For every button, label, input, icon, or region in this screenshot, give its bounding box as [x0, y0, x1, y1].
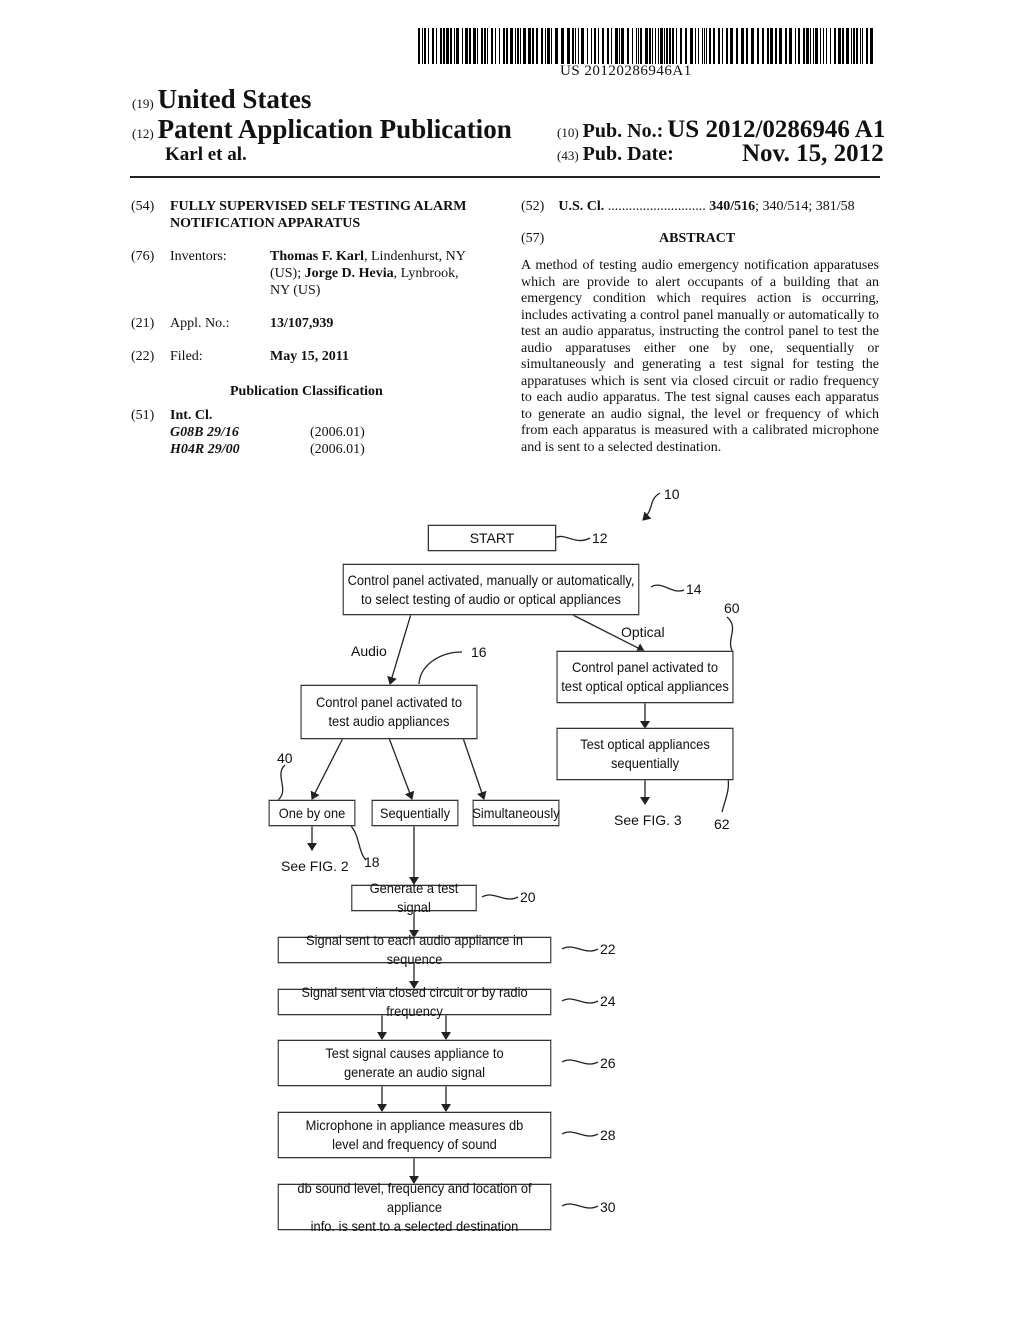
one-by-one-box: One by one	[268, 800, 356, 826]
ref-28: 28	[600, 1127, 616, 1143]
step-62-line-1: Test optical appliances	[580, 736, 710, 752]
arrow-16-to-sim	[462, 737, 487, 800]
ref-16-leader	[418, 651, 463, 685]
step-22-box: Signal sent to each audio appliance in s…	[277, 932, 552, 967]
step-20-box: Generate a test signal	[351, 880, 477, 915]
simultaneously-box: Simultaneously	[472, 800, 560, 826]
step-26-line-2: generate an audio signal	[343, 1064, 486, 1080]
step-26-box: Test signal causes appliance to generate…	[277, 1040, 552, 1086]
step-62-box: Test optical appliances sequentially	[556, 728, 734, 780]
step-26-line-1: Test signal causes appliance to	[325, 1045, 504, 1061]
ref-16: 16	[471, 644, 487, 660]
ref-10: 10	[664, 486, 680, 502]
step-16-box: Control panel activated to test audio ap…	[300, 685, 478, 739]
ref-10-leader	[642, 492, 661, 521]
step-14-box: Control panel activated, manually or aut…	[342, 564, 640, 615]
step-60-line-1: Control panel activated to	[571, 659, 719, 675]
ref-12: 12	[592, 530, 608, 546]
ref-20-leader	[481, 894, 519, 900]
ref-22-leader	[561, 946, 599, 952]
ref-62-leader	[721, 777, 730, 813]
arrow-16-to-seq	[388, 737, 415, 800]
ref-62: 62	[714, 816, 730, 832]
ref-22: 22	[600, 941, 616, 957]
ref-40: 40	[277, 750, 293, 766]
sequentially-box: Sequentially	[371, 800, 459, 826]
ref-14: 14	[686, 581, 702, 597]
step-16-line-2: test audio appliances	[328, 713, 450, 729]
arrow-16-to-one	[310, 737, 344, 800]
step-30-line-2: info. is sent to a selected destination	[310, 1217, 519, 1234]
ref-24: 24	[600, 993, 616, 1009]
step-14-line-1: Control panel activated, manually or aut…	[347, 571, 635, 588]
branch-optical-label: Optical	[621, 624, 665, 640]
ref-20: 20	[520, 889, 536, 905]
ref-60: 60	[724, 600, 740, 616]
ref-40-leader	[277, 764, 286, 801]
step-28-line-1: Microphone in appliance measures db	[305, 1117, 524, 1133]
see-fig-3: See FIG. 3	[614, 812, 682, 828]
ref-14-leader	[650, 584, 685, 592]
branch-audio-label: Audio	[351, 643, 387, 659]
step-28-box: Microphone in appliance measures db leve…	[277, 1112, 552, 1158]
ref-24-leader	[561, 998, 599, 1004]
ref-30: 30	[600, 1199, 616, 1215]
step-60-box: Control panel activated to test optical …	[556, 651, 734, 703]
step-62-line-2: sequentially	[610, 755, 680, 771]
ref-30-leader	[561, 1203, 599, 1209]
step-16-line-1: Control panel activated to	[315, 694, 463, 710]
arrow-14-to-16	[387, 613, 412, 685]
step-60-line-2: test optical optical appliances	[561, 678, 729, 694]
step-28-line-2: level and frequency of sound	[332, 1136, 497, 1152]
ref-26: 26	[600, 1055, 616, 1071]
step-30-box: db sound level, frequency and location o…	[277, 1180, 552, 1234]
start-box: START	[428, 525, 556, 551]
ref-12-leader	[554, 535, 591, 542]
step-24-box: Signal sent via closed circuit or by rad…	[277, 984, 552, 1019]
step-14-line-2: to select testing of audio or optical ap…	[361, 590, 621, 607]
ref-26-leader	[561, 1059, 599, 1065]
ref-18: 18	[364, 854, 380, 870]
see-fig-2: See FIG. 2	[281, 858, 349, 874]
ref-28-leader	[561, 1131, 599, 1137]
step-30-line-1: db sound level, frequency and location o…	[297, 1179, 532, 1215]
ref-60-leader	[726, 616, 734, 653]
